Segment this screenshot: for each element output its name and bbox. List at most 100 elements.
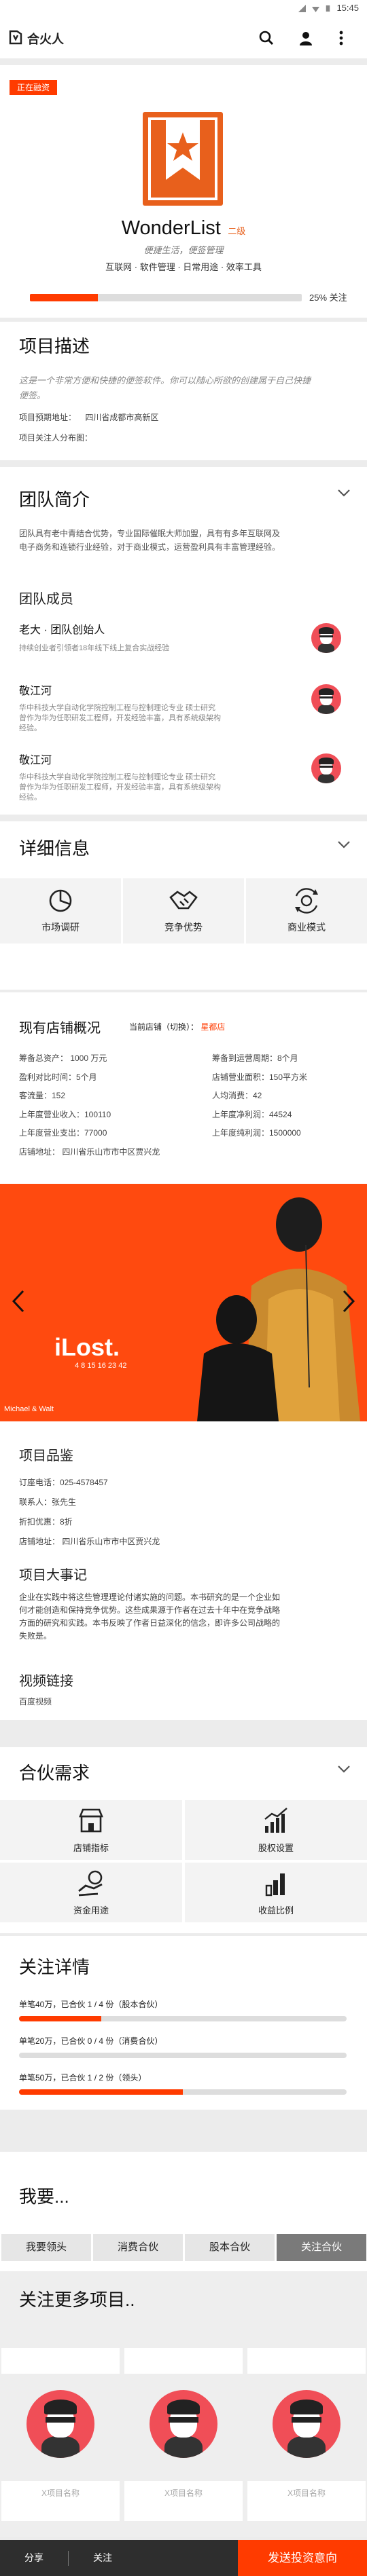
section-title: 我要... [19, 2186, 69, 2207]
project-tags: 互联网 · 软件管理 · 日常用途 · 效率工具 [105, 262, 262, 272]
team-member[interactable]: 敬江河 华中科技大学自动化学院控制工程与控制理论专业 硕士研究 曾作为华为任职研… [19, 682, 359, 736]
send-intent-button[interactable]: 发送投资意向 [238, 2540, 367, 2576]
wifi-icon [312, 7, 319, 12]
coin-hand-icon [78, 1870, 103, 1897]
video-title: 视频链接 [19, 1674, 73, 1689]
follow-row-progress [19, 2089, 347, 2095]
project-card-caption: X项目名称 [164, 2488, 203, 2498]
section-title: 详细信息 [19, 838, 90, 859]
chevron-down-icon[interactable] [337, 840, 351, 848]
signal-icon [298, 5, 306, 12]
project-card[interactable]: X项目名称 [124, 2348, 243, 2521]
project-card-image [27, 2390, 94, 2458]
project-card-caption: X项目名称 [41, 2488, 80, 2498]
member-bio: 华中科技大学自动化学院控制工程与控制理论专业 硕士研究 曾作为华为任职研发工程师… [19, 773, 221, 802]
member-bio: 持续创业者引领者18年线下线上复合实战经验 [19, 644, 170, 652]
poster-subtitle: 4 8 15 16 23 42 [75, 1362, 127, 1370]
member-name: 老大 · 团队创始人 [19, 624, 105, 636]
project-card[interactable]: X项目名称 [1, 2348, 120, 2521]
user-icon[interactable] [298, 30, 314, 46]
section-title: 团队简介 [19, 489, 90, 510]
pie-chart-icon [49, 889, 72, 912]
bookmark-star-icon [148, 117, 217, 200]
growth-chart-icon [264, 1808, 287, 1833]
detail-label: 商业模式 [287, 922, 326, 933]
tab-follow-partner[interactable]: 关注合伙 [277, 2234, 366, 2261]
follow-details-section: 关注详情 单笔40万，已合伙 1 / 4 份（股本合伙） 单笔20万，已合伙 0… [0, 1936, 367, 2110]
detail-market-research[interactable]: 市场调研 [0, 878, 121, 944]
details-section: 详细信息 市场调研 竞争优势 商业模式 [0, 821, 367, 990]
partner-needs-section: 合伙需求 店铺指标 股权设置 资金用途 收益比例 [0, 1747, 367, 1933]
poster-title: iLost. [54, 1333, 120, 1361]
project-info-section: 项目品鉴 订座电话：025-4578457 联系人：张先生 折扣优惠：8折 店铺… [0, 1421, 367, 1720]
project-slogan: 便捷生活，便签管理 [143, 245, 224, 255]
store-switch-label[interactable]: 当前店铺（切换）： [129, 1022, 198, 1032]
project-card-image [273, 2390, 340, 2458]
carousel-poster-image [197, 1197, 360, 1421]
partner-equity-settings[interactable]: 股权设置 [185, 1800, 367, 1860]
project-card[interactable]: X项目名称 [247, 2348, 366, 2521]
partner-label: 股权设置 [258, 1843, 294, 1853]
carousel-next-icon[interactable] [343, 1290, 355, 1313]
project-description-section: 项目描述 这是一个非常方便和快捷的便签软件。你可以随心所欲的创建属于自己快捷 便… [0, 322, 367, 460]
events-text: 企业在实践中将这些管理理论付诸实施的问题。本书研究的是一个企业如 何才能创造和保… [19, 1592, 281, 1641]
team-member[interactable]: 老大 · 团队创始人 持续创业者引领者18年线下线上复合实战经验 [19, 620, 359, 661]
project-logo [143, 112, 223, 206]
share-button[interactable]: 分享 [0, 2540, 68, 2576]
status-time: 15:45 [336, 3, 359, 13]
follow-row-label: 单笔20万，已合伙 0 / 4 份（消费合伙） [19, 2036, 163, 2046]
chevron-down-icon[interactable] [337, 1765, 351, 1773]
battery-icon [326, 5, 330, 12]
members-title: 团队成员 [19, 592, 73, 607]
section-title: 关注详情 [19, 1957, 90, 1977]
store-current[interactable]: 星都店 [200, 1022, 225, 1032]
tab-lead[interactable]: 我要领头 [1, 2234, 91, 2261]
partner-fund-usage[interactable]: 资金用途 [0, 1863, 182, 1922]
description-text: 这是一个非常方便和快捷的便签软件。你可以随心所欲的创建属于自己快捷 便签。 [19, 375, 311, 400]
product-info: 订座电话：025-4578457 联系人：张先生 折扣优惠：8折 店铺地址： 四… [19, 1478, 160, 1546]
chevron-down-icon[interactable] [337, 489, 351, 497]
team-intro: 团队具有老中青结合优势，专业国际催眠大师加盟，具有有多年互联网及 电子商务和连锁… [19, 529, 281, 552]
brand-name: 合火人 [27, 33, 64, 46]
team-member[interactable]: 敬江河 华中科技大学自动化学院控制工程与控制理论专业 硕士研究 曾作为华为任职研… [19, 751, 359, 805]
member-avatar [311, 753, 341, 783]
partner-label: 收益比例 [258, 1905, 294, 1916]
store-stats-left: 筹备总资产： 1000 万元 盈利对比时间：5个月 客流量：152 上年度营业收… [19, 1053, 160, 1157]
project-level: 二级 [228, 226, 246, 236]
product-title: 项目品鉴 [19, 1449, 73, 1463]
tab-equity-partner[interactable]: 股本合伙 [185, 2234, 275, 2261]
bottom-action-bar: 分享 关注 发送投资意向 [0, 2540, 367, 2576]
partner-label: 店铺指标 [73, 1843, 109, 1853]
address-label: 项目预期地址： [19, 413, 77, 422]
section-title: 项目描述 [19, 336, 90, 356]
detail-label: 市场调研 [41, 922, 80, 933]
tab-consume-partner[interactable]: 消费合伙 [93, 2234, 183, 2261]
store-stats-right: 筹备到运营周期：8个月 店铺营业面积：150平方米 人均消费：42 上年度净利润… [212, 1053, 308, 1138]
partner-label: 资金用途 [73, 1905, 109, 1916]
audience-label: 项目关注人分布图： [19, 433, 93, 443]
section-title: 关注更多项目.. [19, 2290, 135, 2310]
partner-profit-ratio[interactable]: 收益比例 [185, 1863, 367, 1922]
carousel-prev-icon[interactable] [12, 1290, 24, 1313]
member-name: 敬江河 [19, 755, 52, 766]
image-carousel[interactable]: iLost. 4 8 15 16 23 42 Michael & Walt [0, 1184, 367, 1421]
store-overview-section: 现有店铺概况 当前店铺（切换）： 星都店 筹备总资产： 1000 万元 盈利对比… [0, 992, 367, 1184]
follow-button[interactable]: 关注 [69, 2540, 137, 2576]
money-cycle-icon [295, 888, 318, 914]
member-avatar [311, 623, 341, 653]
follow-row-progress [19, 2016, 347, 2021]
bar-chart-icon [265, 1873, 285, 1897]
detail-label: 竞争优势 [164, 922, 203, 933]
follow-row-progress [19, 2053, 347, 2058]
search-icon[interactable] [258, 30, 275, 46]
events-title: 项目大事记 [19, 1568, 87, 1583]
detail-business-model[interactable]: 商业模式 [246, 878, 367, 944]
detail-competitive-advantage[interactable]: 竞争优势 [123, 878, 244, 944]
address-value: 四川省成都市高新区 [85, 413, 159, 422]
project-name: WonderList [121, 217, 221, 239]
follow-row-label: 单笔50万，已合伙 1 / 2 份（领头） [19, 2073, 147, 2083]
video-link[interactable]: 百度视频 [19, 1696, 52, 1707]
partner-store-metrics[interactable]: 店铺指标 [0, 1800, 182, 1860]
team-section: 团队简介 团队具有老中青结合优势，专业国际催眠大师加盟，具有有多年互联网及 电子… [0, 467, 367, 815]
more-vertical-icon[interactable] [338, 30, 345, 46]
